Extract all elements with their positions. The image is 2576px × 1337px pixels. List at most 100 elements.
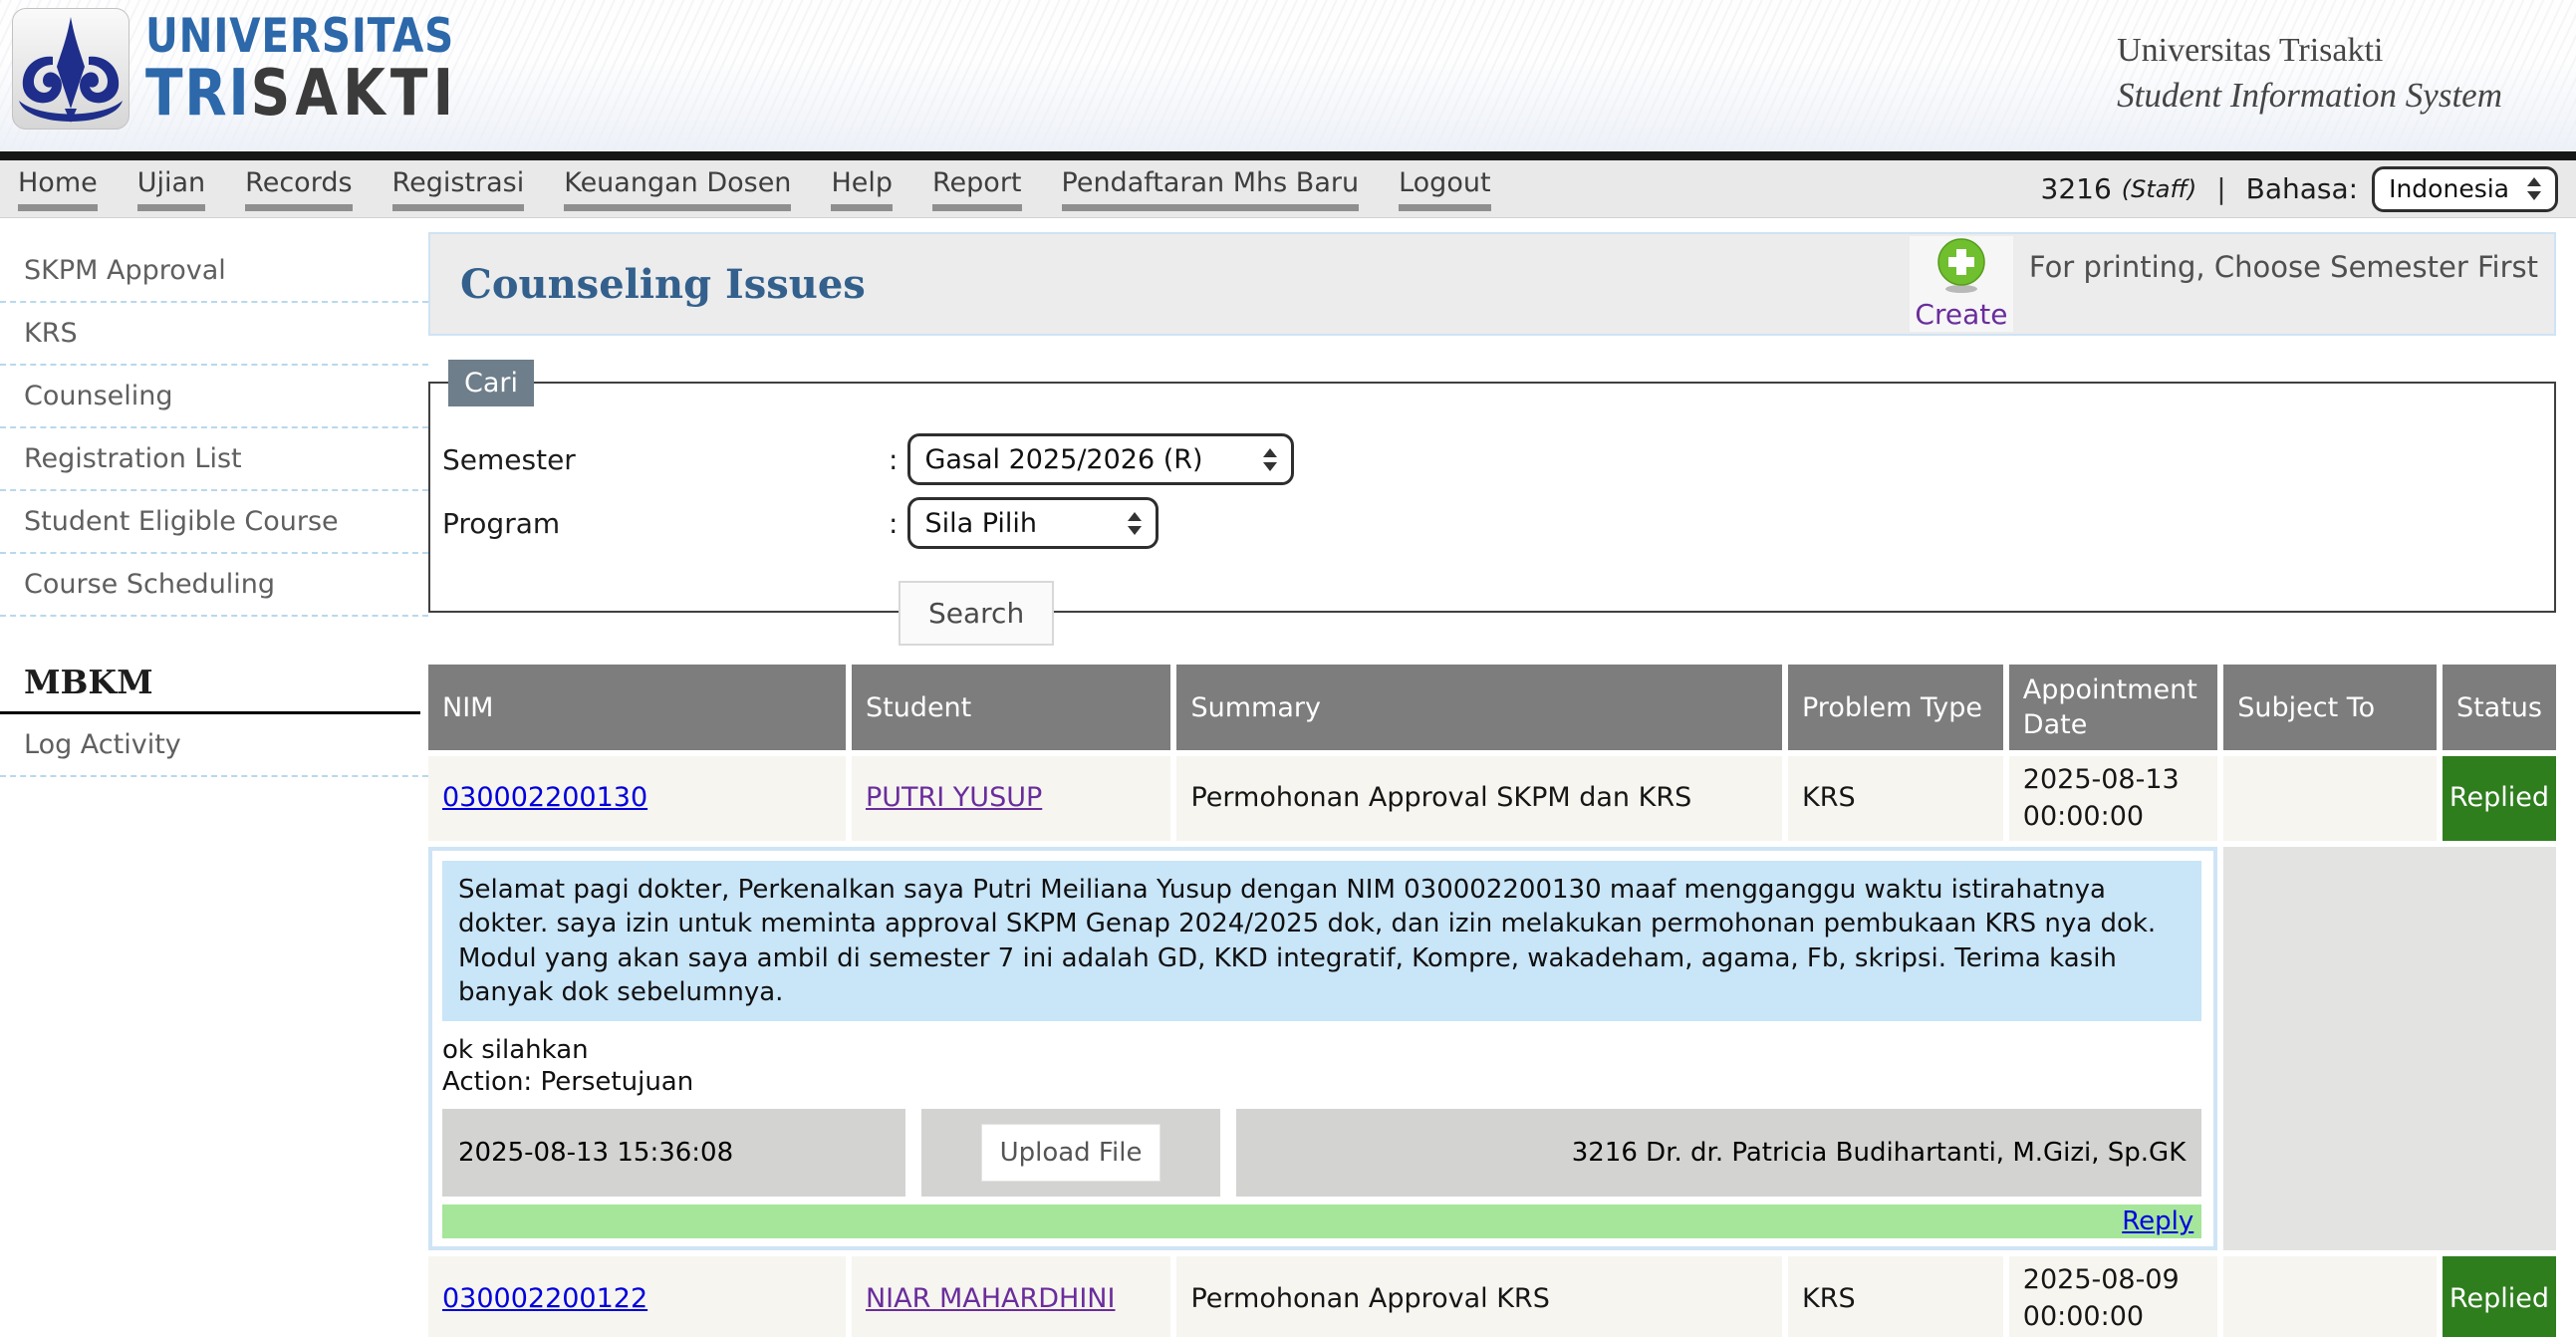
- program-colon: :: [889, 507, 898, 540]
- col-header-nim: NIM: [428, 665, 846, 750]
- nav-item-pendaftaran-mhs-baru[interactable]: Pendaftaran Mhs Baru: [1062, 167, 1360, 211]
- search-button[interactable]: Search: [899, 581, 1054, 646]
- page-header-band: Counseling Issues Create For printing, C…: [428, 232, 2556, 336]
- print-hint-text: For printing, Choose Semester First: [2015, 234, 2554, 334]
- student-link[interactable]: NIAR MAHARDHINI: [866, 1281, 1116, 1317]
- sidebar-item-counseling[interactable]: Counseling: [0, 366, 428, 428]
- counseling-detail-panel: Selamat pagi dokter, Perkenalkan saya Pu…: [428, 847, 2217, 1250]
- upload-file-button[interactable]: Upload File: [981, 1124, 1161, 1182]
- search-panel-legend: Cari: [448, 360, 534, 406]
- sidebar-item-log-activity[interactable]: Log Activity: [0, 714, 428, 777]
- counseling-issues-table: NIM Student Summary Problem Type Appoint…: [428, 665, 2556, 1337]
- nav-item-keuangan-dosen[interactable]: Keuangan Dosen: [564, 167, 791, 211]
- subject-to-cell: [2223, 1256, 2437, 1337]
- main-navbar: Home Ujian Records Registrasi Keuangan D…: [0, 160, 2576, 218]
- language-select[interactable]: Indonesia: [2372, 166, 2558, 212]
- status-badge: Replied: [2443, 756, 2556, 841]
- logo-tri: TRI: [145, 57, 251, 131]
- appointment-date-cell: 2025-08-09 00:00:00: [2009, 1256, 2217, 1337]
- org-title-block: Universitas Trisakti Student Information…: [2117, 32, 2502, 116]
- program-select-value: Sila Pilih: [924, 508, 1037, 539]
- divider-bar: [0, 151, 2576, 160]
- sidebar-section-mbkm: MBKM: [0, 663, 420, 714]
- select-chevron-icon: [1263, 448, 1277, 471]
- nav-item-help[interactable]: Help: [831, 167, 893, 211]
- nim-link[interactable]: 030002200122: [442, 1281, 647, 1317]
- select-chevron-icon: [1128, 512, 1142, 535]
- counselor-action-text: Action: Persetujuan: [442, 1067, 2201, 1097]
- program-label: Program: [442, 507, 889, 540]
- nav-item-logout[interactable]: Logout: [1399, 167, 1490, 211]
- sidebar-item-course-scheduling[interactable]: Course Scheduling: [0, 554, 428, 617]
- navbar-right: 3216 (Staff) | Bahasa: Indonesia: [2041, 166, 2558, 212]
- logo-line2: TRISAKTI: [145, 62, 458, 126]
- semester-select-value: Gasal 2025/2026 (R): [924, 444, 1202, 475]
- create-button[interactable]: Create: [1910, 236, 2013, 332]
- reply-timestamp: 2025-08-13 15:36:08: [442, 1109, 905, 1197]
- logo-wordmark: UNIVERSITAS TRISAKTI: [145, 13, 458, 126]
- trisakti-emblem-svg: [15, 13, 127, 125]
- student-link[interactable]: PUTRI YUSUP: [866, 780, 1042, 816]
- summary-cell: Permohonan Approval SKPM dan KRS: [1176, 756, 1782, 841]
- user-id: 3216: [2041, 172, 2112, 205]
- page-title: Counseling Issues: [460, 261, 866, 308]
- table-row: 030002200130: [428, 756, 846, 841]
- semester-label: Semester: [442, 443, 889, 476]
- top-banner: UNIVERSITAS TRISAKTI Universitas Trisakt…: [0, 0, 2576, 151]
- upload-file-cell: Upload File: [921, 1109, 1220, 1197]
- nav-item-ujian[interactable]: Ujian: [137, 167, 205, 211]
- page-header-right: Create For printing, Choose Semester Fir…: [1908, 234, 2554, 334]
- subject-to-cell: [2223, 756, 2437, 841]
- reply-link[interactable]: Reply: [2122, 1206, 2193, 1236]
- table-row: NIAR MAHARDHINI: [852, 1256, 1171, 1337]
- user-role: (Staff): [2122, 175, 2196, 203]
- nav-item-home[interactable]: Home: [18, 167, 98, 211]
- responder-name: 3216 Dr. dr. Patricia Budihartanti, M.Gi…: [1236, 1109, 2201, 1197]
- status-badge: Replied: [2443, 1256, 2556, 1337]
- language-label: Bahasa:: [2246, 172, 2358, 205]
- nim-link[interactable]: 030002200130: [442, 780, 647, 816]
- summary-cell: Permohonan Approval KRS: [1176, 1256, 1782, 1337]
- col-header-summary: Summary: [1176, 665, 1782, 750]
- col-header-appointment-date: Appointment Date: [2009, 665, 2217, 750]
- table-row: 030002200122: [428, 1256, 846, 1337]
- create-plus-icon: [1935, 237, 1987, 295]
- student-message: Selamat pagi dokter, Perkenalkan saya Pu…: [442, 861, 2201, 1021]
- org-name: Universitas Trisakti: [2117, 32, 2502, 70]
- sidebar-item-registration-list[interactable]: Registration List: [0, 428, 428, 491]
- sidebar: SKPM Approval KRS Counseling Registratio…: [0, 218, 428, 777]
- logo-line1: UNIVERSITAS: [145, 13, 458, 60]
- select-chevron-icon: [2527, 177, 2541, 200]
- nav-item-records[interactable]: Records: [245, 167, 352, 211]
- main-content: Counseling Issues Create For printing, C…: [428, 218, 2576, 1337]
- col-header-problem-type: Problem Type: [1788, 665, 2003, 750]
- system-name: Student Information System: [2117, 76, 2502, 116]
- nav-item-registrasi[interactable]: Registrasi: [392, 167, 525, 211]
- language-select-value: Indonesia: [2389, 174, 2509, 203]
- sidebar-item-student-eligible-course[interactable]: Student Eligible Course: [0, 491, 428, 554]
- col-header-subject-to: Subject To: [2223, 665, 2437, 750]
- col-header-student: Student: [852, 665, 1171, 750]
- create-button-label: Create: [1915, 298, 2007, 331]
- detail-side-filler: [2223, 847, 2556, 1250]
- trisakti-emblem-icon: [12, 8, 129, 130]
- semester-colon: :: [889, 443, 898, 476]
- separator: |: [2216, 172, 2225, 205]
- reply-bar: Reply: [442, 1204, 2201, 1238]
- appointment-date-cell: 2025-08-13 00:00:00: [2009, 756, 2217, 841]
- logo-sakti: SAKTI: [251, 57, 459, 131]
- table-row: PUTRI YUSUP: [852, 756, 1171, 841]
- reply-meta-row: 2025-08-13 15:36:08 Upload File 3216 Dr.…: [442, 1109, 2201, 1197]
- semester-select[interactable]: Gasal 2025/2026 (R): [907, 433, 1294, 485]
- problem-type-cell: KRS: [1788, 1256, 2003, 1337]
- nav-item-report[interactable]: Report: [932, 167, 1022, 211]
- page-layout: SKPM Approval KRS Counseling Registratio…: [0, 218, 2576, 1337]
- program-select[interactable]: Sila Pilih: [907, 497, 1159, 549]
- semester-field-row: Semester : Gasal 2025/2026 (R): [442, 433, 2554, 485]
- counselor-reply-text: ok silahkan: [442, 1035, 2201, 1065]
- sidebar-item-krs[interactable]: KRS: [0, 303, 428, 366]
- problem-type-cell: KRS: [1788, 756, 2003, 841]
- sidebar-item-skpm-approval[interactable]: SKPM Approval: [0, 240, 428, 303]
- search-panel: Cari Semester : Gasal 2025/2026 (R) Prog…: [428, 382, 2556, 613]
- university-logo: UNIVERSITAS TRISAKTI: [12, 8, 509, 130]
